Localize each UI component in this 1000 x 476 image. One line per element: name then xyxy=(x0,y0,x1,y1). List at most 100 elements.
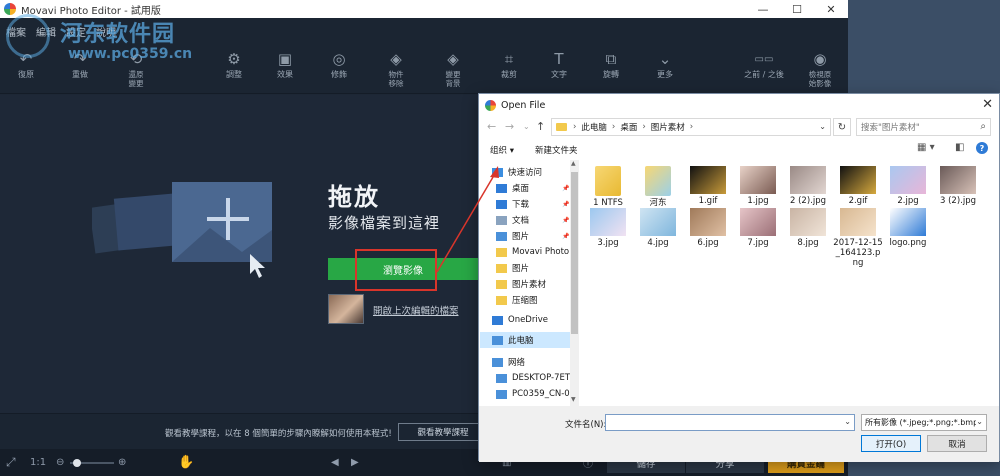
scroll-up-icon[interactable]: ▲ xyxy=(571,160,576,167)
chevron-down-icon[interactable]: ⌄ xyxy=(819,122,826,131)
tool-more[interactable]: ⌄ 更多 xyxy=(646,44,684,94)
open-button[interactable]: 打开(O) xyxy=(861,435,921,452)
nav-item[interactable]: 网络 xyxy=(480,354,572,370)
nav-item[interactable]: PC0359_CN-08 xyxy=(480,386,572,402)
forward-icon[interactable]: → xyxy=(505,120,514,133)
nav-item[interactable]: OneDrive xyxy=(480,312,572,328)
zoom-in-icon[interactable]: ⊕ xyxy=(118,449,126,476)
file-item[interactable]: 3 (2).jpg xyxy=(933,160,983,206)
folder-icon xyxy=(496,295,507,305)
help-icon[interactable]: ? xyxy=(976,142,988,154)
tool-rotate[interactable]: ⧉ 旋轉 xyxy=(592,44,630,94)
file-item[interactable]: 2 (2).jpg xyxy=(783,160,833,206)
nav-item[interactable]: 图片 xyxy=(480,260,572,276)
tool-change-background[interactable]: ◈ 變更背景 xyxy=(434,44,472,94)
file-item[interactable]: logo.png xyxy=(883,202,933,248)
scroll-down-icon[interactable]: ▼ xyxy=(571,396,576,403)
file-name: 8.jpg xyxy=(797,238,819,248)
file-item[interactable]: 3.jpg xyxy=(583,202,633,248)
search-input[interactable]: 搜索"图片素材" ⌕ xyxy=(856,118,991,136)
file-type-select[interactable]: 所有影像 (*.jpeg;*.png;*.bmp; ⌄ xyxy=(861,414,987,431)
zoom-slider-handle[interactable] xyxy=(72,459,81,467)
tutorial-text: 觀看教學課程，以在 8 個簡單的步驟內瞭解如何使用本程式! xyxy=(165,429,392,439)
file-item[interactable]: 4.jpg xyxy=(633,202,683,248)
tool-effects[interactable]: ▣ 效果 xyxy=(266,44,304,94)
nav-item[interactable]: Movavi Photo E xyxy=(480,244,572,260)
nav-item[interactable]: DESKTOP-7ETC xyxy=(480,370,572,386)
fit-screen-icon[interactable]: ⤢ xyxy=(6,449,16,476)
view-original-button[interactable]: ◉ 檢視原始影像 xyxy=(800,44,840,94)
up-folder-icon[interactable]: ↑ xyxy=(536,120,545,133)
breadcrumb-this-pc[interactable]: 此电脑 xyxy=(581,121,607,133)
nav-item[interactable]: 桌面 📌 xyxy=(480,180,572,196)
scrollbar-thumb[interactable] xyxy=(571,172,578,334)
dialog-close-button[interactable]: ✕ xyxy=(982,97,993,112)
hand-tool-icon[interactable]: ✋ xyxy=(178,449,194,476)
folder-icon xyxy=(556,123,567,131)
image-thumbnail xyxy=(640,208,676,236)
tool-retouch[interactable]: ◎ 修飾 xyxy=(320,44,358,94)
tool-object-removal[interactable]: ◈ 物件移除 xyxy=(377,44,415,94)
chevron-down-icon[interactable]: ⌄ xyxy=(844,417,851,426)
dialog-title: Open File xyxy=(501,99,546,111)
file-item[interactable]: 6.jpg xyxy=(683,202,733,248)
back-icon[interactable]: ← xyxy=(487,120,496,133)
before-after-button[interactable]: ▭▭ 之前 / 之後 xyxy=(736,44,792,94)
image-thumbnail xyxy=(790,208,826,236)
file-item[interactable]: 2.gif xyxy=(833,160,883,206)
nav-item[interactable]: 下载 📌 xyxy=(480,196,572,212)
recent-locations-icon[interactable]: ⌄ xyxy=(523,122,530,131)
file-item[interactable]: 2017-12-15_164123.png xyxy=(833,202,883,268)
folder-item[interactable]: 河东 xyxy=(633,160,683,208)
nav-item[interactable]: 压缩图 xyxy=(480,292,572,308)
open-last-edited-link[interactable]: 開啟上次編輯的檔案 xyxy=(373,303,459,317)
nav-item-label: 此电脑 xyxy=(508,336,534,346)
minimize-button[interactable]: — xyxy=(746,0,780,18)
breadcrumb-desktop[interactable]: 桌面 xyxy=(620,121,637,133)
nav-item[interactable]: 图片 📌 xyxy=(480,228,572,244)
nav-item[interactable]: 快速访问 xyxy=(480,164,572,180)
new-folder-button[interactable]: 新建文件夹 xyxy=(535,144,578,156)
close-button[interactable]: ✕ xyxy=(814,0,848,18)
next-image-icon[interactable]: ▶ xyxy=(351,449,359,476)
address-bar[interactable]: › 此电脑 › 桌面 › 图片素材 › ⌄ xyxy=(551,118,831,136)
drop-subtitle: 影像檔案到這裡 xyxy=(328,214,441,232)
navigation-scrollbar[interactable]: ▲ ▼ xyxy=(570,160,579,406)
computer-icon xyxy=(492,335,503,345)
filename-input[interactable]: ⌄ xyxy=(605,414,855,431)
file-item[interactable]: 1.jpg xyxy=(733,160,783,206)
tool-adjust[interactable]: ⚙ 調整 xyxy=(215,44,253,94)
organize-button[interactable]: 组织 ▾ xyxy=(490,144,514,156)
watch-tutorial-button[interactable]: 觀看教學課程 xyxy=(398,423,488,441)
nav-item[interactable]: 图片素材 xyxy=(480,276,572,292)
tool-text[interactable]: T 文字 xyxy=(540,44,578,94)
file-item[interactable]: 2.jpg xyxy=(883,160,933,206)
folder-item[interactable]: 1 NTFS xyxy=(583,160,633,208)
nav-item[interactable]: 文档 📌 xyxy=(480,212,572,228)
nav-item[interactable]: 此电脑 xyxy=(480,332,572,348)
preview-pane-icon[interactable]: ◧ xyxy=(955,142,964,153)
file-item[interactable]: 7.jpg xyxy=(733,202,783,248)
breadcrumb-image-materials[interactable]: 图片素材 xyxy=(651,121,685,133)
pin-icon: 📌 xyxy=(562,184,570,192)
file-name: 7.jpg xyxy=(747,238,769,248)
refresh-button[interactable]: ↻ xyxy=(833,118,851,136)
zoom-out-icon[interactable]: ⊖ xyxy=(56,449,64,476)
view-options-icon[interactable]: ▦ ▾ xyxy=(917,142,935,153)
breadcrumb-separator: › xyxy=(642,122,646,132)
chevron-down-icon: ⌄ xyxy=(976,417,983,426)
cancel-button[interactable]: 取消 xyxy=(927,435,987,452)
compare-icon: ▭▭ xyxy=(754,53,774,65)
file-item[interactable]: 8.jpg xyxy=(783,202,833,248)
maximize-button[interactable]: ☐ xyxy=(780,0,814,18)
recent-file-thumbnail[interactable] xyxy=(328,294,364,324)
zoom-ratio-button[interactable]: 1:1 xyxy=(30,449,46,476)
file-item[interactable]: 1.gif xyxy=(683,160,733,206)
tool-crop[interactable]: ⌗ 裁剪 xyxy=(490,44,528,94)
nav-item-label: Movavi Photo E xyxy=(512,247,572,257)
file-name: 6.jpg xyxy=(697,238,719,248)
previous-image-icon[interactable]: ◀ xyxy=(331,449,339,476)
star-icon xyxy=(492,167,503,177)
desktop-icon xyxy=(496,183,507,193)
rotate-icon: ⧉ xyxy=(605,50,617,68)
